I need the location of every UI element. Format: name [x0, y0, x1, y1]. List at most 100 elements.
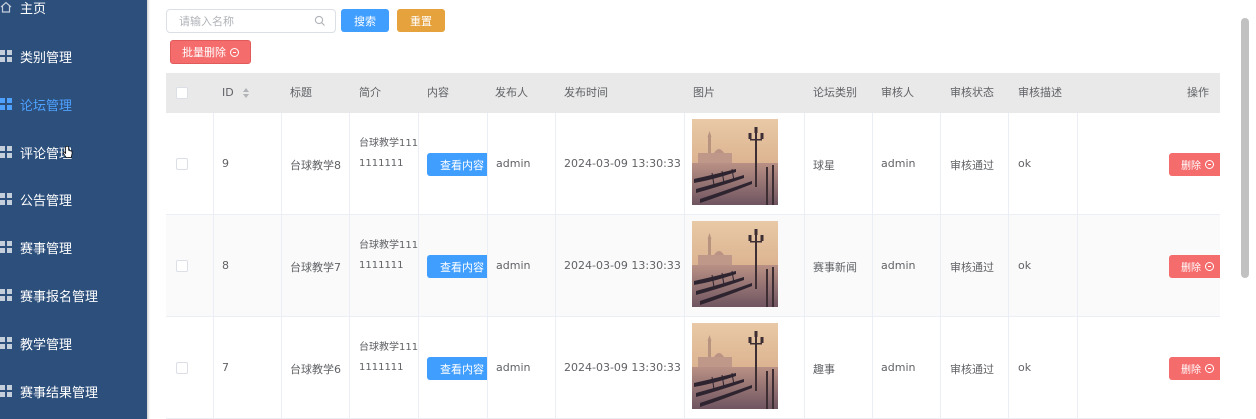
header-review-desc-label: 审核描述: [1018, 86, 1062, 99]
header-image: 图片: [693, 73, 715, 113]
cell-publisher: admin: [496, 259, 531, 272]
header-publisher-label: 发布人: [495, 86, 528, 99]
search-button-label: 搜索: [354, 14, 376, 28]
sidebar-item-label: 论坛管理: [20, 98, 73, 114]
delete-label: 删除: [1181, 263, 1201, 274]
row-checkbox[interactable]: [176, 362, 188, 374]
header-intro: 简介: [359, 73, 381, 113]
header-content-label: 内容: [427, 86, 449, 99]
reset-button-label: 重置: [410, 14, 432, 28]
column-divider: [487, 113, 488, 419]
delete-button[interactable]: 删除: [1169, 255, 1220, 278]
cell-review-desc: ok: [1018, 361, 1032, 374]
column-divider: [804, 113, 805, 419]
cell-review-desc: ok: [1018, 157, 1032, 170]
cell-publish-time: 2024-03-09 13:30:33: [564, 157, 681, 170]
column-divider: [1077, 113, 1078, 419]
sidebar-item-home[interactable]: 主页: [0, 0, 147, 27]
sidebar-item-events[interactable]: 赛事管理: [0, 227, 147, 267]
cell-review-status: 审核通过: [950, 261, 994, 274]
header-publish-time: 发布时间: [564, 73, 608, 113]
post-image: [692, 323, 778, 409]
cell-intro: 台球教学1111111111: [359, 342, 419, 373]
cell-reviewer: admin: [881, 361, 916, 374]
sidebar-item-category[interactable]: 类别管理: [0, 36, 147, 76]
cell-publish-time: 2024-03-09 13:30:33: [564, 259, 681, 272]
header-actions-label: 操作: [1187, 86, 1209, 99]
sidebar-item-notices[interactable]: 公告管理: [0, 179, 147, 219]
table-row: 8 台球教学7 台球教学1111111111 查看内容 admin 2024-0…: [166, 215, 1220, 317]
table-row: 7 台球教学6 台球教学1111111111 查看内容 admin 2024-0…: [166, 317, 1220, 419]
cell-reviewer: admin: [881, 157, 916, 170]
search-icon: [314, 15, 325, 26]
sidebar-item-teaching[interactable]: 教学管理: [0, 323, 147, 363]
header-id-label: ID: [222, 86, 234, 99]
row-checkbox[interactable]: [176, 158, 188, 170]
post-image: [692, 119, 778, 205]
cell-title: 台球教学6: [290, 363, 341, 376]
batch-delete-button[interactable]: 批量删除: [170, 40, 251, 64]
view-content-button[interactable]: 查看内容: [427, 153, 487, 176]
row-checkbox[interactable]: [176, 260, 188, 272]
cell-publish-time: 2024-03-09 13:30:33: [564, 361, 681, 374]
sidebar: 主页 类别管理 论坛管理 评论管理 公告管理 赛事管理 赛事报名管理 教学管理 …: [0, 0, 147, 419]
batch-delete-label: 批量删除: [182, 46, 226, 59]
search-field[interactable]: [166, 9, 336, 33]
cell-id: 8: [222, 259, 229, 272]
column-divider: [555, 113, 556, 419]
cell-review-status: 审核通过: [950, 159, 994, 172]
sidebar-item-comments[interactable]: 评论管理: [0, 132, 147, 172]
select-all-checkbox[interactable]: [176, 87, 188, 99]
header-intro-label: 简介: [359, 86, 381, 99]
sidebar-item-event-signup[interactable]: 赛事报名管理: [0, 275, 147, 315]
header-review-status: 审核状态: [950, 73, 994, 113]
column-divider: [418, 113, 419, 419]
cell-intro: 台球教学1111111111: [359, 240, 419, 271]
venice-photo: [692, 221, 778, 307]
grid-icon: [0, 289, 12, 301]
header-reviewer-label: 审核人: [881, 86, 914, 99]
remove-circle-icon: [1205, 160, 1214, 169]
grid-icon: [0, 50, 12, 62]
search-input[interactable]: [179, 11, 315, 31]
cell-publisher: admin: [496, 361, 531, 374]
search-button[interactable]: 搜索: [341, 9, 389, 32]
venice-photo: [692, 323, 778, 409]
cell-title: 台球教学7: [290, 261, 341, 274]
sidebar-item-forum[interactable]: 论坛管理: [0, 84, 147, 124]
header-publish-time-label: 发布时间: [564, 86, 608, 99]
remove-circle-icon: [230, 47, 239, 57]
column-divider: [684, 113, 685, 419]
delete-button[interactable]: 删除: [1169, 357, 1220, 380]
sidebar-item-label: 主页: [20, 1, 47, 17]
column-divider: [872, 113, 873, 419]
cell-review-status: 审核通过: [950, 363, 994, 376]
view-content-label: 查看内容: [440, 158, 484, 172]
post-image: [692, 221, 778, 307]
delete-label: 删除: [1181, 161, 1201, 172]
delete-label: 删除: [1181, 365, 1201, 376]
remove-circle-icon: [1205, 262, 1214, 271]
reset-button[interactable]: 重置: [397, 9, 445, 32]
cell-id: 9: [222, 157, 229, 170]
header-review-desc: 审核描述: [1018, 73, 1062, 113]
sidebar-item-label: 赛事报名管理: [20, 289, 99, 305]
view-content-button[interactable]: 查看内容: [427, 357, 487, 380]
header-id[interactable]: ID: [222, 73, 250, 113]
column-divider: [281, 113, 282, 419]
column-divider: [213, 113, 214, 419]
view-content-label: 查看内容: [440, 260, 484, 274]
delete-button[interactable]: 删除: [1169, 153, 1220, 176]
sidebar-item-event-results[interactable]: 赛事结果管理: [0, 371, 147, 411]
cell-id: 7: [222, 361, 229, 374]
header-image-label: 图片: [693, 86, 715, 99]
cell-publisher: admin: [496, 157, 531, 170]
header-title-label: 标题: [290, 86, 312, 99]
page-scrollbar-thumb[interactable]: [1241, 18, 1249, 278]
cell-category: 球星: [813, 159, 835, 172]
grid-icon: [0, 337, 12, 349]
sort-icon[interactable]: [242, 87, 250, 99]
cell-category: 赛事新闻: [813, 261, 857, 274]
view-content-button[interactable]: 查看内容: [427, 255, 487, 278]
grid-icon: [0, 98, 12, 110]
